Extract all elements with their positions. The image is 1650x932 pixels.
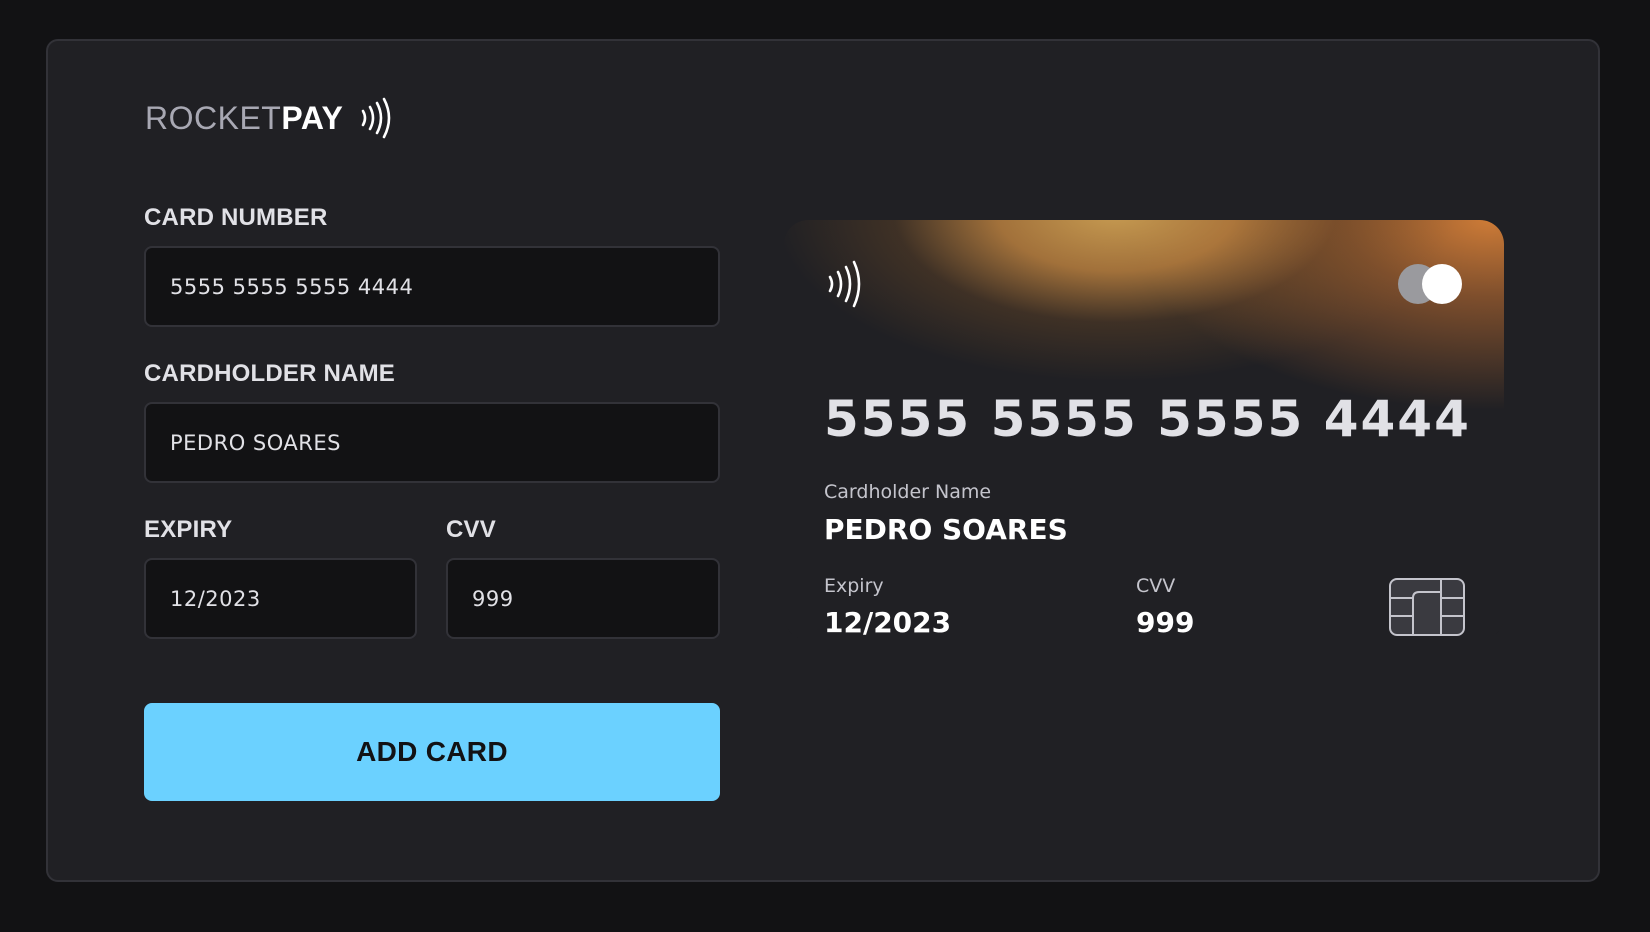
chip-icon <box>1389 578 1465 641</box>
card-preview-expiry-label: Expiry <box>824 575 884 597</box>
card-number-label: CARD NUMBER <box>144 204 328 231</box>
add-card-button[interactable]: ADD CARD <box>144 703 720 801</box>
card-preview-cvv-label: CVV <box>1136 575 1176 597</box>
contactless-icon <box>824 260 864 313</box>
expiry-label: EXPIRY <box>144 516 233 543</box>
contactless-icon <box>357 97 393 139</box>
cvv-input[interactable] <box>446 558 720 639</box>
cardholder-name-label: CARDHOLDER NAME <box>144 360 395 387</box>
card-preview-number: 5555 5555 5555 4444 <box>824 390 1471 448</box>
card-preview-expiry-value: 12/2023 <box>824 606 952 639</box>
logo-text-light: ROCKET <box>145 99 282 136</box>
card-preview-cvv-value: 999 <box>1136 606 1195 639</box>
card-preview-cardholder-value: PEDRO SOARES <box>824 513 1068 546</box>
card-number-input[interactable] <box>144 246 720 327</box>
rocketpay-logo: ROCKET PAY <box>145 96 393 140</box>
mastercard-logo-icon <box>1398 264 1466 304</box>
expiry-input[interactable] <box>144 558 417 639</box>
cvv-label: CVV <box>446 516 496 543</box>
cardholder-name-input[interactable] <box>144 402 720 483</box>
card-preview-cardholder-label: Cardholder Name <box>824 481 992 503</box>
logo-text-bold: PAY <box>281 99 344 136</box>
